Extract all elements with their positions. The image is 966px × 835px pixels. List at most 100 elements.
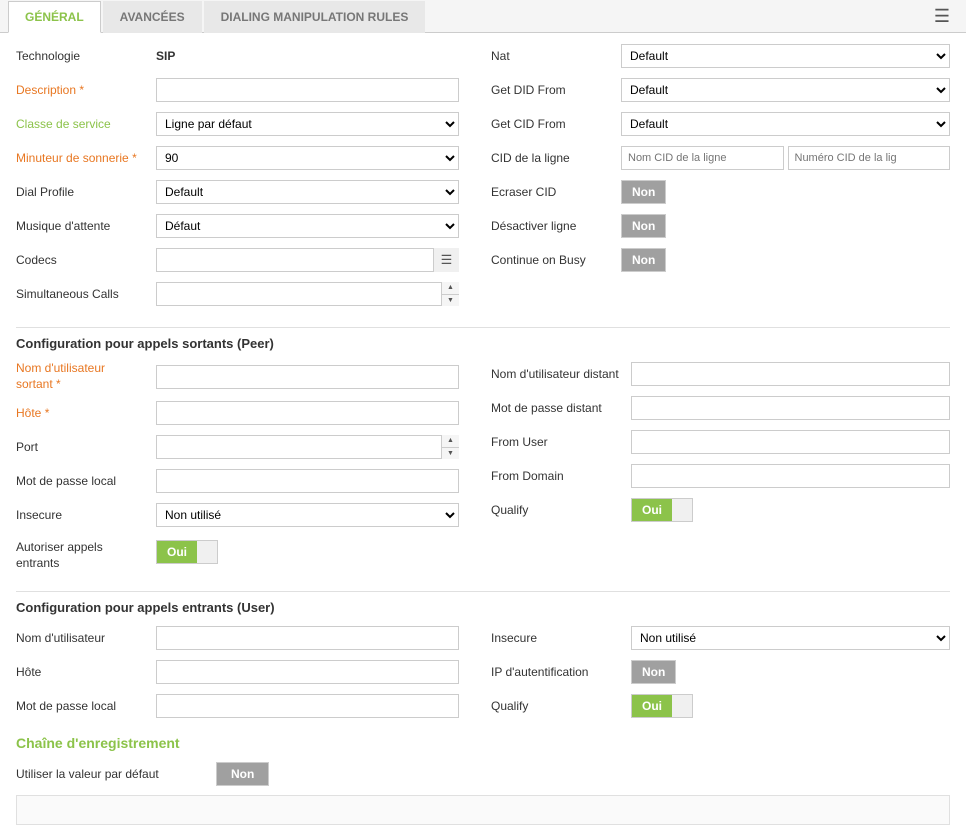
from-domain-row: From Domain [491, 463, 950, 489]
description-row: Description * Sortie Free [16, 77, 459, 103]
ecraser-cid-toggle: Non [621, 180, 666, 204]
get-did-row: Get DID From Default [491, 77, 950, 103]
from-domain-input[interactable] [631, 464, 950, 488]
cid-ligne-row: CID de la ligne [491, 145, 950, 171]
hote-entrant-label: Hôte [16, 665, 156, 679]
from-domain-label: From Domain [491, 469, 631, 483]
nat-select[interactable]: Default [621, 44, 950, 68]
classe-service-label: Classe de service [16, 117, 156, 131]
tab-general[interactable]: GÉNÉRAL [8, 1, 101, 33]
ip-autentification-label: IP d'autentification [491, 665, 631, 679]
qualify-sortant-label: Qualify [491, 503, 631, 517]
nom-utilisateur-entrant-input[interactable] [156, 626, 459, 650]
cid-ligne-label: CID de la ligne [491, 151, 621, 165]
from-user-row: From User [491, 429, 950, 455]
stepper-down[interactable]: ▼ [442, 295, 459, 307]
ip-autentification-non[interactable]: Non [632, 661, 675, 683]
nom-utilisateur-entrant-label: Nom d'utilisateur [16, 631, 156, 645]
musique-attente-select[interactable]: Défaut [156, 214, 459, 238]
ecraser-cid-row: Ecraser CID Non [491, 179, 950, 205]
simultaneous-calls-row: Simultaneous Calls Unlimited ▲ ▼ [16, 281, 459, 307]
desactiver-ligne-non[interactable]: Non [622, 215, 665, 237]
nom-utilisateur-sortant-label: Nom d'utilisateursortant * [16, 361, 156, 392]
autoriser-appels-oui[interactable]: Oui [157, 541, 197, 563]
qualify-sortant-oui[interactable]: Oui [632, 499, 672, 521]
qualify-sortant-toggle: Oui [631, 498, 693, 522]
hote-label: Hôte * [16, 406, 156, 420]
classe-service-select[interactable]: Ligne par défaut [156, 112, 459, 136]
utiliser-valeur-row: Utiliser la valeur par défaut Non [16, 761, 950, 787]
utiliser-valeur-label: Utiliser la valeur par défaut [16, 767, 216, 781]
description-input[interactable]: Sortie Free [156, 78, 459, 102]
port-stepper-up[interactable]: ▲ [442, 435, 459, 448]
utiliser-valeur-non[interactable]: Non [217, 763, 268, 785]
insecure-sortant-select[interactable]: Non utilisé [156, 503, 459, 527]
codecs-label: Codecs [16, 253, 156, 267]
app-container: GÉNÉRAL AVANCÉES DIALING MANIPULATION RU… [0, 0, 966, 835]
continue-busy-toggle: Non [621, 248, 666, 272]
nom-utilisateur-distant-label: Nom d'utilisateur distant [491, 367, 631, 381]
nat-label: Nat [491, 49, 621, 63]
section-entrants-title: Configuration pour appels entrants (User… [16, 591, 950, 615]
mot-de-passe-distant-input[interactable] [631, 396, 950, 420]
mot-de-passe-distant-row: Mot de passe distant [491, 395, 950, 421]
mot-de-passe-local-input[interactable]: 1234 [156, 469, 459, 493]
technology-value: SIP [156, 49, 175, 63]
port-input[interactable] [156, 435, 459, 459]
technology-row: Technologie SIP [16, 43, 459, 69]
qualify-sortant-row: Qualify Oui [491, 497, 950, 523]
codecs-input[interactable] [156, 248, 459, 272]
desactiver-ligne-label: Désactiver ligne [491, 219, 621, 233]
nom-utilisateur-sortant-input[interactable]: 501 [156, 365, 459, 389]
get-cid-select[interactable]: Default [621, 112, 950, 136]
simultaneous-calls-label: Simultaneous Calls [16, 287, 156, 301]
musique-attente-row: Musique d'attente Défaut [16, 213, 459, 239]
dial-profile-row: Dial Profile Default [16, 179, 459, 205]
cid-nom-input[interactable] [621, 146, 784, 170]
port-row: Port ▲ ▼ [16, 434, 459, 460]
codecs-row: Codecs ☰ [16, 247, 459, 273]
list-view-icon[interactable]: ☰ [926, 0, 958, 32]
autoriser-appels-non[interactable] [197, 541, 217, 563]
qualify-entrant-oui[interactable]: Oui [632, 695, 672, 717]
minuteur-row: Minuteur de sonnerie * 90 [16, 145, 459, 171]
ecraser-cid-label: Ecraser CID [491, 185, 621, 199]
continue-busy-label: Continue on Busy [491, 253, 621, 267]
insecure-sortant-row: Insecure Non utilisé [16, 502, 459, 528]
nom-utilisateur-distant-input[interactable] [631, 362, 950, 386]
main-content: Technologie SIP Description * Sortie Fre… [0, 33, 966, 835]
mot-de-passe-distant-label: Mot de passe distant [491, 401, 631, 415]
cid-num-input[interactable] [788, 146, 951, 170]
dial-profile-select[interactable]: Default [156, 180, 459, 204]
from-user-input[interactable] [631, 430, 950, 454]
insecure-entrant-select[interactable]: Non utilisé [631, 626, 950, 650]
minuteur-select[interactable]: 90 [156, 146, 459, 170]
qualify-sortant-non[interactable] [672, 499, 692, 521]
get-did-label: Get DID From [491, 83, 621, 97]
ecraser-cid-non[interactable]: Non [622, 181, 665, 203]
continue-busy-non[interactable]: Non [622, 249, 665, 271]
get-did-select[interactable]: Default [621, 78, 950, 102]
chaine-title: Chaîne d'enregistrement [16, 735, 950, 751]
autoriser-appels-label: Autoriser appelsentrants [16, 540, 156, 571]
port-stepper-down[interactable]: ▼ [442, 448, 459, 460]
mot-de-passe-local-entrant-row: Mot de passe local [16, 693, 459, 719]
qualify-entrant-non[interactable] [672, 695, 692, 717]
desactiver-ligne-row: Désactiver ligne Non [491, 213, 950, 239]
tab-dialing[interactable]: DIALING MANIPULATION RULES [204, 1, 426, 33]
description-label: Description * [16, 83, 156, 97]
hote-input[interactable]: 192.168.1.158 [156, 401, 459, 425]
dial-profile-label: Dial Profile [16, 185, 156, 199]
classe-service-row: Classe de service Ligne par défaut [16, 111, 459, 137]
codecs-list-button[interactable]: ☰ [433, 248, 459, 272]
get-cid-label: Get CID From [491, 117, 621, 131]
mot-de-passe-local-entrant-input[interactable] [156, 694, 459, 718]
tab-advanced[interactable]: AVANCÉES [103, 1, 202, 33]
simultaneous-calls-input[interactable]: Unlimited [156, 282, 459, 306]
stepper-up[interactable]: ▲ [442, 282, 459, 295]
get-cid-row: Get CID From Default [491, 111, 950, 137]
qualify-entrant-label: Qualify [491, 699, 631, 713]
qualify-entrant-toggle: Oui [631, 694, 693, 718]
qualify-entrant-row: Qualify Oui [491, 693, 950, 719]
hote-entrant-input[interactable] [156, 660, 459, 684]
